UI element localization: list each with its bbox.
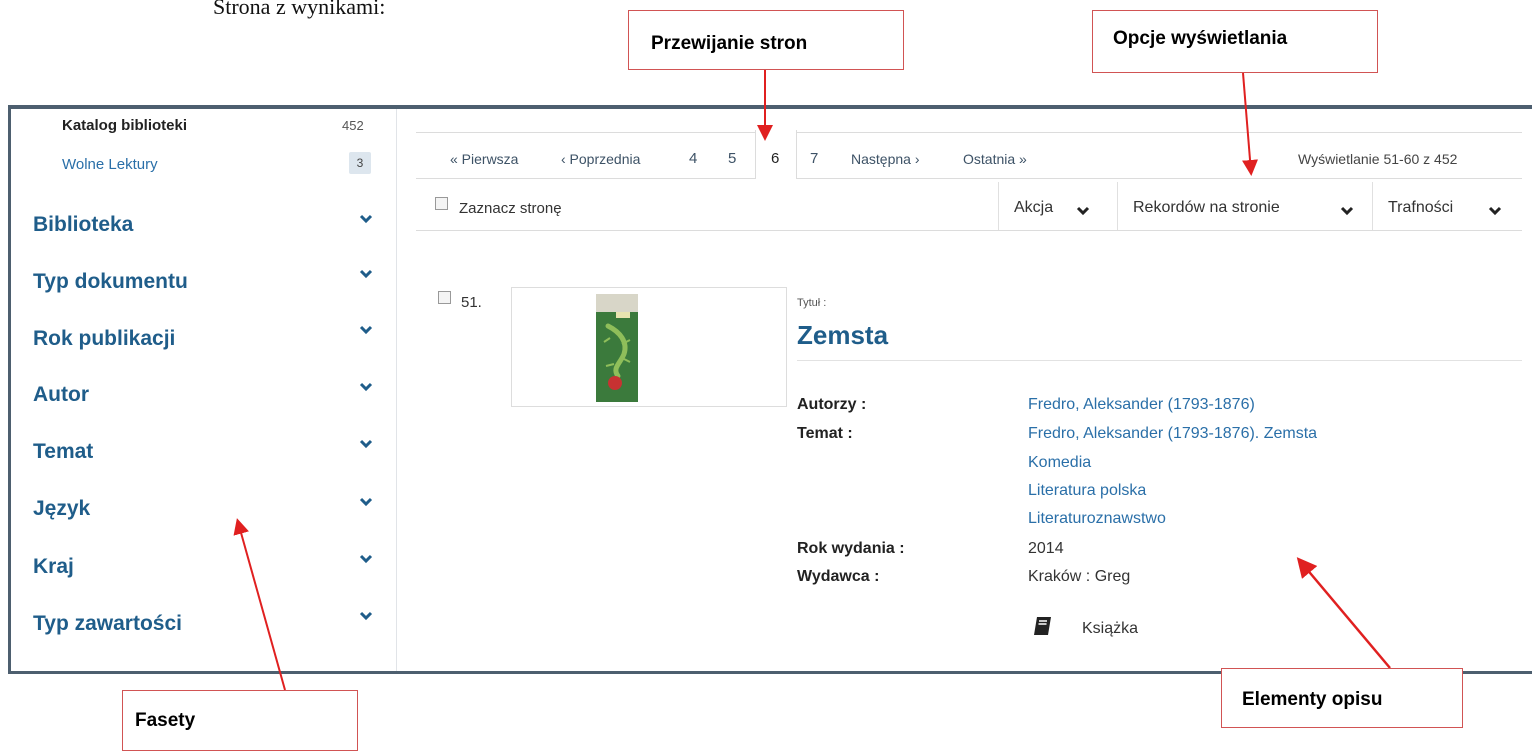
callout-facets: Fasety xyxy=(122,690,358,751)
callout-display-options: Opcje wyświetlania xyxy=(1092,10,1378,73)
callout-description: Elementy opisu xyxy=(1221,668,1463,728)
facets-arrow xyxy=(233,518,286,691)
display-arrow xyxy=(1242,72,1259,176)
callout-paging: Przewijanie stron xyxy=(628,10,904,70)
annotation-arrows xyxy=(233,70,1391,691)
description-arrow xyxy=(1296,557,1391,669)
